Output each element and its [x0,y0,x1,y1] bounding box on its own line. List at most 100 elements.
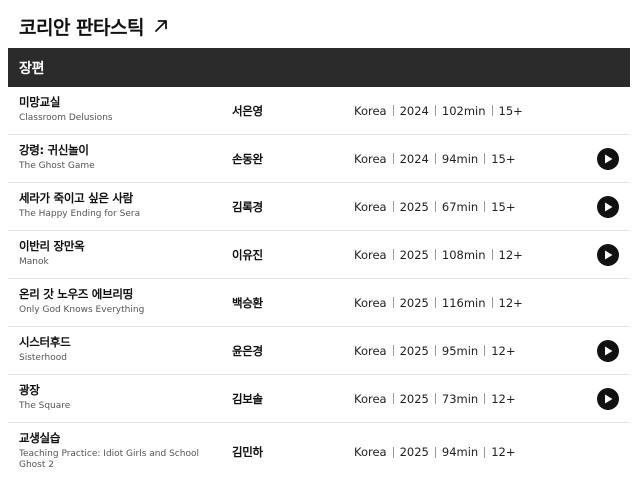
meta-divider [434,153,436,164]
meta-divider [484,446,486,458]
section-header[interactable]: 코리안 판타스틱 [19,13,168,39]
film-runtime: 95min [441,343,479,358]
film-runtime: 116min [441,295,486,310]
meta-divider [434,297,436,308]
meta-divider [484,201,486,212]
film-row[interactable]: 세라가 죽이고 싶은 사람 The Happy Ending for Sera … [8,183,630,231]
film-titles: 교생실습 Teaching Practice: Idiot Girls and … [19,431,209,471]
meta-divider [491,105,493,116]
film-titles: 미망교실 Classroom Delusions [19,95,209,124]
meta-divider [392,201,394,212]
film-title-en: Only God Knows Everything [19,305,145,315]
film-title-ko[interactable]: 교생실습 [19,431,209,446]
film-row[interactable]: 미망교실 Classroom Delusions 서은영 Korea 2024 … [8,87,630,135]
film-meta: Korea 2025 67min 15+ [354,183,516,230]
meta-divider [392,105,394,116]
meta-divider [484,393,486,404]
film-title-ko[interactable]: 강령: 귀신놀이 [19,143,209,158]
meta-divider [434,201,436,212]
film-titles: 강령: 귀신놀이 The Ghost Game [19,143,209,172]
film-titles: 광장 The Square [19,383,209,412]
film-country: Korea [354,391,387,406]
film-rating: 12+ [498,295,523,310]
film-title-ko[interactable]: 시스터후드 [19,335,209,350]
film-titles: 세라가 죽이고 싶은 사람 The Happy Ending for Sera [19,191,209,220]
film-country: Korea [354,151,387,166]
film-title-en: The Square [19,401,71,411]
meta-divider [434,345,436,356]
play-icon [605,394,613,403]
play-button[interactable] [597,339,619,362]
film-director: 윤은경 [232,343,263,358]
category-title: 장편 [19,60,45,77]
film-runtime: 94min [441,151,479,166]
film-row[interactable]: 광장 The Square 김보솔 Korea 2025 73min 12+ [8,375,630,423]
meta-divider [392,345,394,356]
meta-divider [491,249,493,260]
meta-divider [491,297,493,308]
film-title-en: The Ghost Game [19,161,95,171]
film-title-ko[interactable]: 세라가 죽이고 싶은 사람 [19,191,209,206]
play-icon [605,250,613,259]
film-year: 2025 [399,343,429,358]
meta-divider [434,393,436,404]
film-runtime: 108min [441,247,486,262]
film-title-ko[interactable]: 미망교실 [19,95,209,110]
film-rating: 12+ [491,343,516,358]
film-row[interactable]: 온리 갓 노우즈 에브리띵 Only God Knows Everything … [8,279,630,327]
play-button[interactable] [597,387,619,410]
film-director: 김보솔 [232,391,263,406]
film-director: 서은영 [232,103,263,118]
film-row[interactable]: 시스터후드 Sisterhood 윤은경 Korea 2025 95min 12… [8,327,630,375]
meta-divider [392,153,394,164]
film-director: 김록경 [232,199,263,214]
meta-divider [434,249,436,260]
film-country: Korea [354,199,387,214]
play-icon [605,202,613,211]
film-titles: 이반리 장만옥 Manok [19,239,209,268]
film-title-en: Teaching Practice: Idiot Girls and Schoo… [19,449,199,470]
film-row[interactable]: 교생실습 Teaching Practice: Idiot Girls and … [8,423,630,481]
page: 코리안 판타스틱 장편 미망교실 Classroom Delusions 서은영… [0,0,640,481]
film-meta: Korea 2025 116min 12+ [354,279,523,326]
film-rating: 12+ [491,391,516,406]
film-meta: Korea 2025 108min 12+ [354,231,523,278]
film-row[interactable]: 이반리 장만옥 Manok 이유진 Korea 2025 108min 12+ [8,231,630,279]
film-country: Korea [354,343,387,358]
film-meta: Korea 2024 94min 15+ [354,135,516,182]
film-rating: 15+ [491,151,516,166]
film-year: 2024 [399,103,429,118]
play-button[interactable] [597,195,619,218]
film-title-ko[interactable]: 온리 갓 노우즈 에브리띵 [19,287,209,302]
film-rating: 15+ [491,199,516,214]
film-director: 이유진 [232,247,263,262]
play-button[interactable] [597,147,619,170]
film-director: 백승환 [232,295,263,310]
film-year: 2024 [399,151,429,166]
film-meta: Korea 2025 94min 12+ [354,423,516,481]
film-rating: 12+ [498,247,523,262]
film-rating: 12+ [491,445,516,459]
film-runtime: 67min [441,199,479,214]
category-bar: 장편 [8,48,630,87]
play-icon [605,154,613,163]
film-titles: 시스터후드 Sisterhood [19,335,209,364]
film-runtime: 102min [441,103,486,118]
film-year: 2025 [399,391,429,406]
meta-divider [392,393,394,404]
page-title[interactable]: 코리안 판타스틱 [19,13,144,40]
film-title-ko[interactable]: 이반리 장만옥 [19,239,209,254]
meta-divider [392,297,394,308]
meta-divider [484,345,486,356]
arrow-up-right-icon[interactable] [154,19,168,33]
film-title-ko[interactable]: 광장 [19,383,209,398]
film-country: Korea [354,103,387,118]
film-rating: 15+ [498,103,523,118]
film-year: 2025 [399,247,429,262]
meta-divider [434,105,436,116]
film-director: 김민하 [232,445,263,459]
film-country: Korea [354,247,387,262]
play-button[interactable] [597,243,619,266]
film-meta: Korea 2024 102min 15+ [354,87,523,134]
film-row[interactable]: 강령: 귀신놀이 The Ghost Game 손동완 Korea 2024 9… [8,135,630,183]
